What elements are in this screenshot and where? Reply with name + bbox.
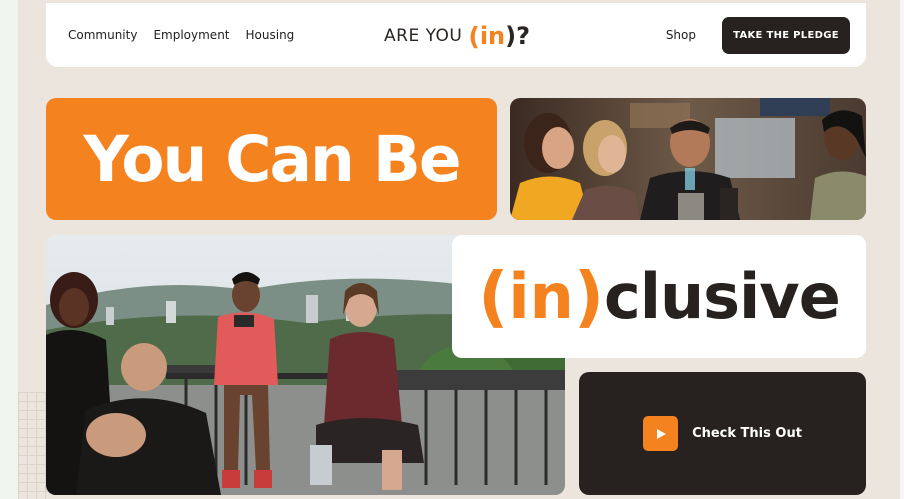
top-navigation: Community Employment Housing ARE YOU (in… — [46, 3, 866, 67]
inclusive-word-rest: clusive — [603, 260, 841, 333]
nav-link-shop[interactable]: Shop — [666, 28, 696, 42]
right-edge-strip — [900, 0, 904, 499]
logo-close: )? — [505, 22, 531, 50]
left-edge-strip — [0, 0, 18, 499]
hero-headline-card: You Can Be — [46, 98, 497, 220]
logo-mark: (in)? — [468, 22, 530, 51]
nav-link-housing[interactable]: Housing — [246, 28, 295, 42]
logo-open-paren: ( — [468, 21, 480, 51]
nav-links: Community Employment Housing — [68, 28, 294, 42]
check-this-out-label: Check This Out — [692, 426, 802, 441]
take-the-pledge-button[interactable]: TAKE THE PLEDGE — [722, 16, 850, 54]
inclusive-highlight: in — [508, 260, 574, 333]
nav-link-employment[interactable]: Employment — [153, 28, 229, 42]
logo-highlight: in — [479, 22, 506, 50]
logo-text: ARE YOU — [384, 26, 463, 46]
inclusive-card: (in) clusive — [452, 235, 866, 358]
inclusive-open-paren: ( — [478, 258, 509, 335]
play-button[interactable] — [643, 416, 679, 451]
inclusive-close-paren: ) — [573, 258, 604, 335]
site-logo[interactable]: ARE YOU (in)? — [384, 20, 530, 52]
nav-actions: Shop TAKE THE PLEDGE — [666, 16, 850, 54]
nav-link-community[interactable]: Community — [68, 28, 137, 42]
friends-at-bar-image — [510, 98, 866, 220]
check-this-out-card[interactable]: Check This Out — [579, 372, 866, 495]
play-icon — [656, 428, 666, 439]
photo-friends-at-bar — [510, 98, 866, 220]
hero-headline: You Can Be — [83, 122, 461, 196]
